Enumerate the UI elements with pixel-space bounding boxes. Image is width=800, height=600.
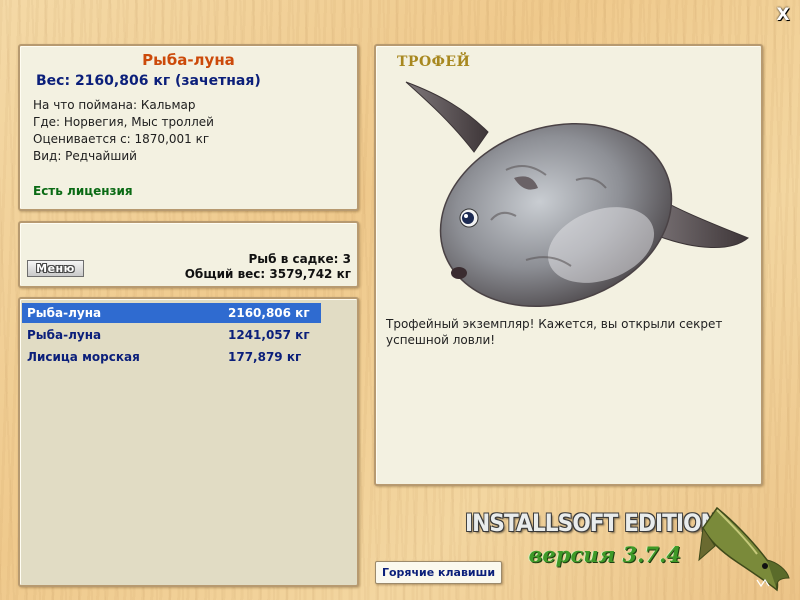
pike-logo-icon: [698, 506, 790, 592]
catch-item-name: Рыба-луна: [27, 328, 102, 342]
keepnet-panel: Меню Рыб в садке: 3 Общий вес: 3579,742 …: [18, 221, 359, 288]
brand-name: INSTALLSOFT EDITION: [465, 509, 719, 537]
catch-list-item[interactable]: Лисица морская 177,879 кг: [22, 347, 321, 367]
catch-item-weight: 2160,806 кг: [228, 306, 310, 320]
license-status: Есть лицензия: [33, 184, 133, 198]
catch-list: Рыба-луна 2160,806 кг Рыба-луна 1241,057 кг…: [18, 297, 359, 587]
fish-info-panel: Рыба-луна Вес: 2160,806 кг (зачетная) На…: [18, 44, 359, 211]
fish-bait: На что поймана: Кальмар: [33, 98, 196, 112]
fish-title: Рыба-луна: [142, 51, 235, 69]
fish-location: Где: Норвегия, Мыс троллей: [33, 115, 214, 129]
trophy-panel: ТРОФЕЙ Трофейный экземпляр! Кажется, вы …: [374, 44, 763, 486]
menu-button[interactable]: Меню: [27, 260, 84, 277]
keepnet-total-weight: Общий вес: 3579,742 кг: [184, 267, 351, 281]
catch-item-name: Рыба-луна: [27, 306, 102, 320]
keepnet-fish-count: Рыб в садке: 3: [248, 252, 352, 266]
keepnet-stats: Рыб в садке: 3 Общий вес: 3579,742 кг: [185, 252, 351, 282]
trophy-label: ТРОФЕЙ: [397, 54, 471, 70]
brand-version: версия 3.7.4: [528, 542, 681, 567]
catch-item-weight: 177,879 кг: [228, 350, 302, 364]
close-button[interactable]: X: [775, 7, 791, 24]
fish-rarity: Вид: Редчайший: [33, 149, 137, 163]
trophy-text: Трофейный экземпляр! Кажется, вы открыли…: [386, 317, 723, 347]
catch-list-item[interactable]: Рыба-луна 1241,057 кг: [22, 325, 321, 345]
fish-weight: Вес: 2160,806 кг (зачетная): [36, 73, 261, 89]
fish-valued-from: Оценивается с: 1870,001 кг: [33, 132, 210, 146]
catch-item-name: Лисица морская: [27, 350, 140, 364]
catch-list-item[interactable]: Рыба-луна 2160,806 кг: [22, 303, 321, 323]
sunfish-image: [405, 81, 749, 308]
brand-block: INSTALLSOFT EDITION версия 3.7.4: [441, 509, 719, 567]
catch-item-weight: 1241,057 кг: [228, 328, 310, 342]
